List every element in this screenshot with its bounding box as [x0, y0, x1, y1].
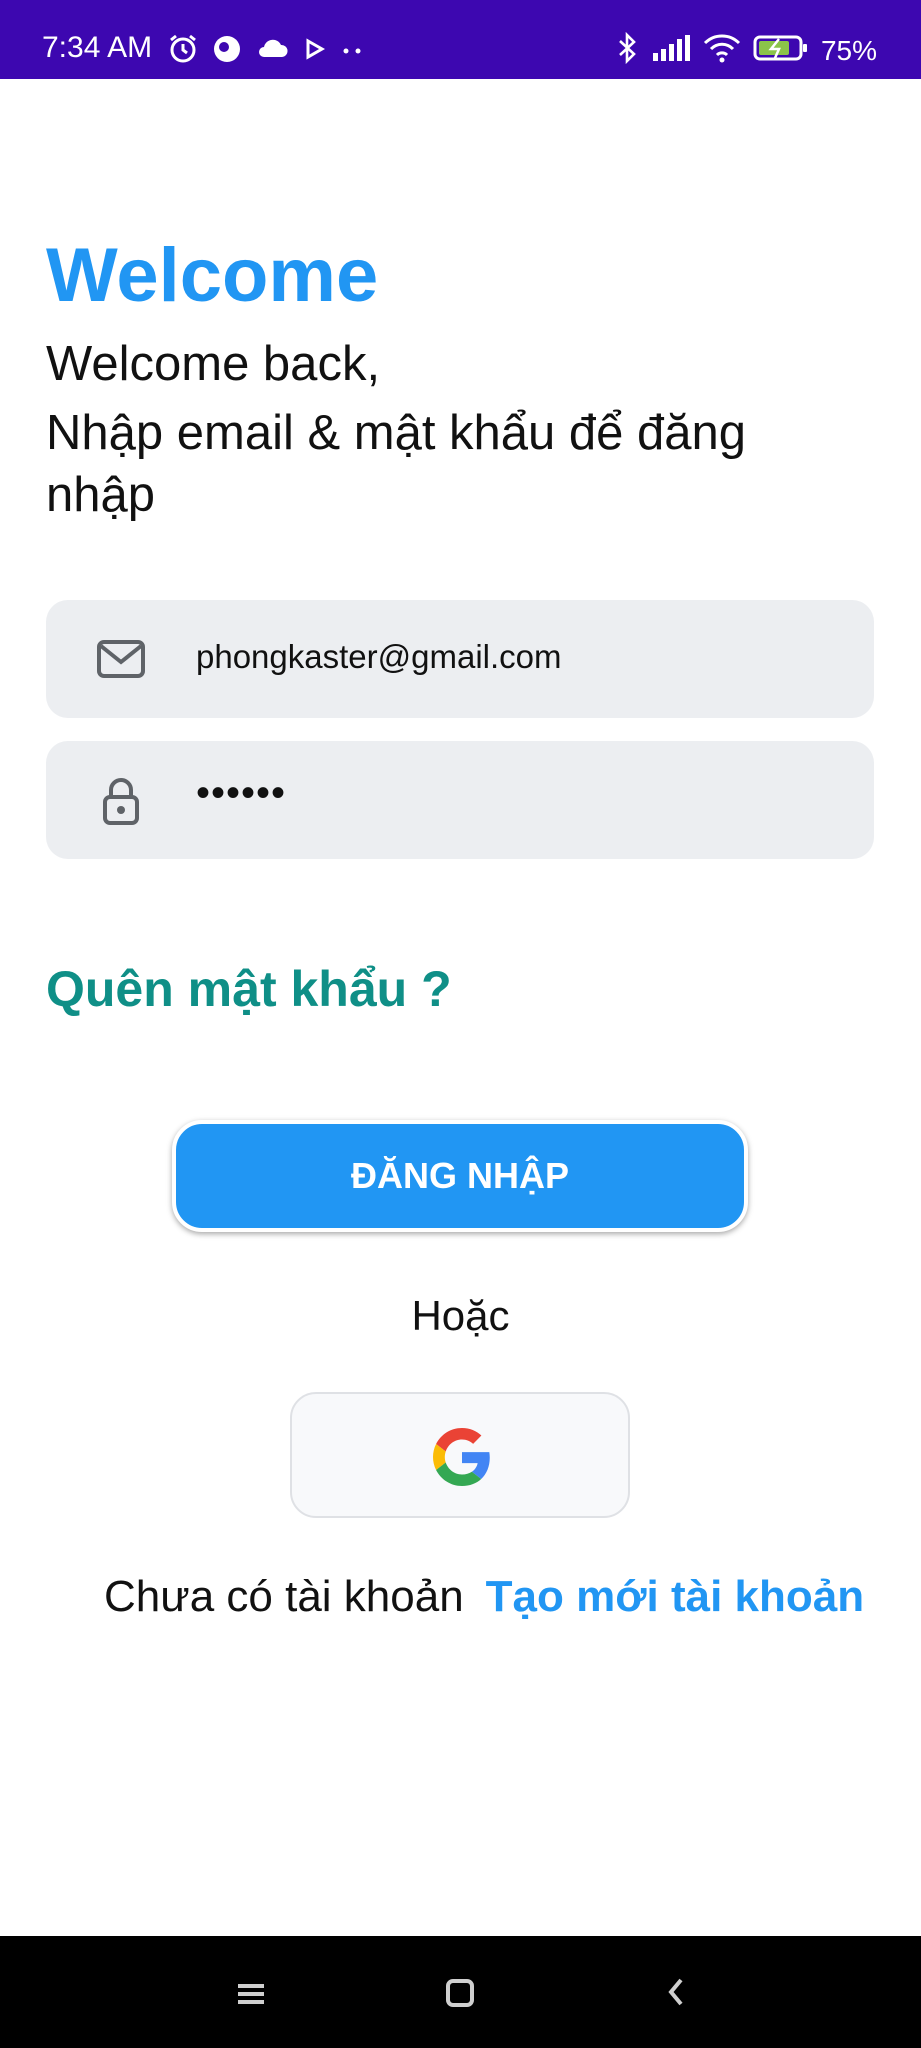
status-icons-right: 75%	[617, 31, 877, 69]
lock-icon	[96, 775, 146, 825]
signup-row: Chưa có tài khoản Tạo mới tài khoản	[104, 1572, 864, 1622]
system-nav-bar	[0, 1936, 921, 2048]
email-value: phongkaster@gmail.com	[196, 638, 562, 675]
home-icon	[446, 1979, 474, 2007]
page-title: Welcome	[46, 233, 379, 318]
more-dots-icon	[340, 43, 364, 61]
battery-icon	[753, 34, 809, 67]
google-icon	[433, 1428, 490, 1486]
email-field[interactable]: phongkaster@gmail.com	[46, 600, 874, 718]
home-button[interactable]	[400, 1936, 520, 2048]
password-field[interactable]: ••••••	[46, 741, 874, 859]
create-account-link[interactable]: Tạo mới tài khoản	[486, 1572, 864, 1621]
forgot-password-link[interactable]: Quên mật khẩu ?	[46, 960, 452, 1018]
signal-icon	[651, 35, 691, 66]
alarm-icon	[168, 34, 198, 69]
instruction-text: Nhập email & mật khẩu để đăng nhập	[46, 406, 747, 522]
no-account-text: Chưa có tài khoản	[104, 1572, 464, 1621]
recents-button[interactable]	[190, 1936, 310, 2048]
play-icon	[302, 37, 326, 66]
login-button[interactable]: ĐĂNG NHẬP	[172, 1120, 748, 1232]
status-bar: 7:34 AM 75%	[0, 0, 921, 79]
battery-percentage: 75%	[820, 34, 877, 66]
cloud-icon	[256, 37, 288, 66]
messenger-icon	[212, 34, 242, 69]
google-sign-in-button[interactable]	[290, 1392, 630, 1518]
mail-icon	[96, 634, 146, 684]
wifi-icon	[703, 33, 741, 68]
status-icons-left	[168, 34, 364, 69]
menu-icon	[238, 1984, 264, 2004]
or-divider-text: Hoặc	[411, 1292, 510, 1339]
back-icon	[668, 1978, 683, 2006]
welcome-back-text: Welcome back,	[46, 337, 381, 391]
back-button[interactable]	[615, 1936, 735, 2048]
password-value: ••••••	[196, 771, 287, 815]
status-time: 7:34 AM	[42, 31, 153, 64]
bluetooth-icon	[617, 31, 639, 69]
